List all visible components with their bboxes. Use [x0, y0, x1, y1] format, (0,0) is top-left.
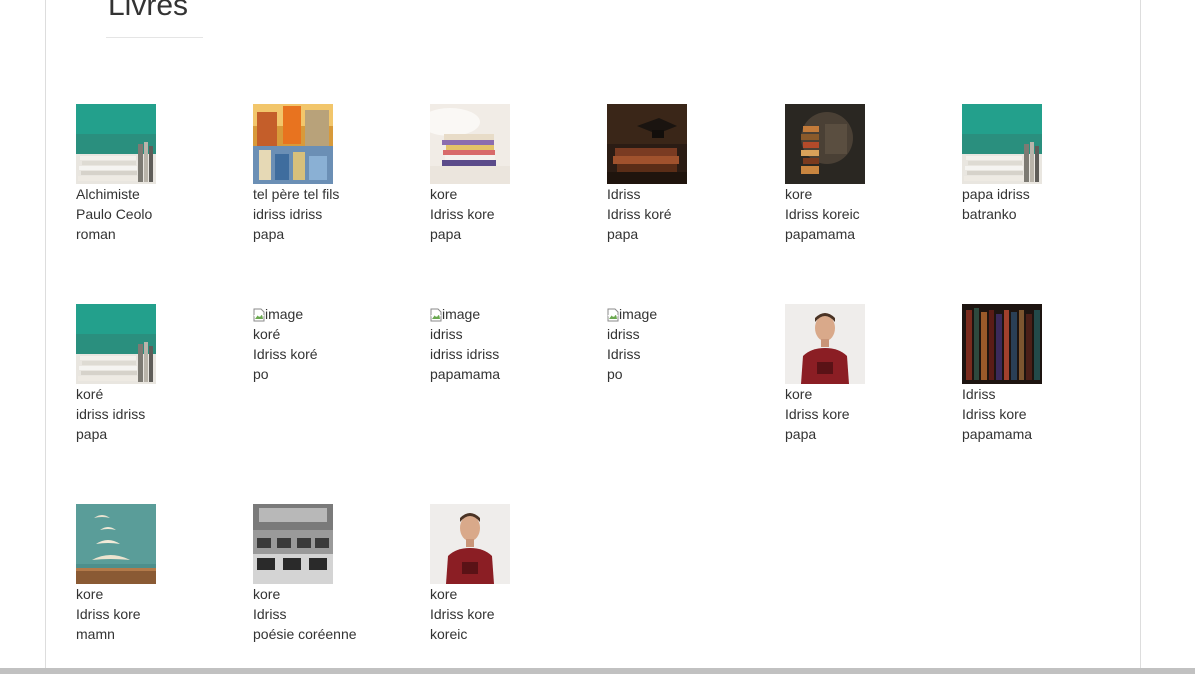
book-title: kore: [785, 386, 813, 402]
book-author: Idriss kore: [430, 206, 495, 222]
book-genre: mamn: [76, 626, 115, 642]
book-title: idriss: [430, 326, 463, 342]
broken-image-icon: image: [430, 304, 580, 324]
book-title: kore: [76, 586, 104, 602]
book-card[interactable]: image idriss idriss idriss papamama: [430, 304, 580, 384]
book-genre: koreic: [430, 626, 468, 642]
book-cover-image[interactable]: [607, 104, 687, 184]
book-genre: po: [253, 366, 269, 382]
book-author: Idriss koré: [253, 346, 318, 362]
book-card[interactable]: papa idriss batranko: [962, 104, 1112, 224]
image-alt-text: image: [265, 306, 304, 322]
book-card[interactable]: kore Idriss kore papa: [430, 104, 580, 244]
book-title: tel père tel fils: [253, 186, 340, 202]
book-author: Idriss kore: [430, 606, 495, 622]
image-alt-text: image: [442, 306, 481, 322]
image-alt-text: image: [619, 306, 658, 322]
book-author: idriss idriss: [430, 346, 500, 362]
book-card[interactable]: image idriss Idriss po: [607, 304, 757, 384]
book-genre: roman: [76, 226, 116, 242]
book-genre: papa: [607, 226, 639, 242]
book-author: idriss idriss: [253, 206, 323, 222]
book-cover-image[interactable]: [785, 304, 865, 384]
book-genre: papamama: [962, 426, 1033, 442]
book-cover-image[interactable]: [253, 104, 333, 184]
book-genre: papamama: [430, 366, 501, 382]
book-author: Idriss: [253, 606, 287, 622]
book-genre: papa: [785, 426, 817, 442]
book-card[interactable]: Alchimiste Paulo Ceolo roman: [76, 104, 226, 244]
book-card[interactable]: kore Idriss kore papa: [785, 304, 935, 444]
book-title: kore: [430, 586, 458, 602]
book-genre: papamama: [785, 226, 856, 242]
broken-image-icon: image: [253, 304, 403, 324]
book-author: idriss idriss: [76, 406, 146, 422]
book-title: papa idriss: [962, 186, 1030, 202]
book-card[interactable]: kore Idriss kore mamn: [76, 504, 226, 644]
book-author: Idriss kore: [962, 406, 1027, 422]
book-cover-image[interactable]: [430, 104, 510, 184]
book-author: Idriss: [607, 346, 641, 362]
book-title: Alchimiste: [76, 186, 140, 202]
book-card[interactable]: image koré Idriss koré po: [253, 304, 403, 384]
book-author: Idriss koreic: [785, 206, 860, 222]
book-card[interactable]: Idriss Idriss kore papamama: [962, 304, 1112, 444]
book-card[interactable]: kore Idriss koreic papamama: [785, 104, 935, 244]
book-genre: poésie coréenne: [253, 626, 357, 642]
book-title: kore: [253, 586, 281, 602]
book-card[interactable]: koré idriss idriss papa: [76, 304, 226, 444]
book-title: idriss: [607, 326, 640, 342]
book-cover-image[interactable]: [76, 504, 156, 584]
book-genre: po: [607, 366, 623, 382]
book-author: Idriss kore: [76, 606, 141, 622]
book-cover-image[interactable]: [76, 104, 156, 184]
book-cover-image[interactable]: [253, 504, 333, 584]
book-author: batranko: [962, 206, 1017, 222]
book-cover-image[interactable]: [962, 104, 1042, 184]
book-author: Idriss koré: [607, 206, 672, 222]
book-card[interactable]: kore Idriss kore koreic: [430, 504, 580, 644]
book-card[interactable]: kore Idriss poésie coréenne: [253, 504, 403, 644]
book-author: Idriss kore: [785, 406, 850, 422]
book-title: Idriss: [607, 186, 641, 202]
book-cover-image[interactable]: [430, 504, 510, 584]
horizontal-scrollbar[interactable]: [0, 668, 1195, 674]
broken-image-icon: image: [607, 304, 757, 324]
book-card[interactable]: tel père tel fils idriss idriss papa: [253, 104, 403, 244]
book-title: koré: [76, 386, 104, 402]
book-title: Idriss: [962, 386, 996, 402]
book-cover-image[interactable]: [962, 304, 1042, 384]
book-genre: papa: [430, 226, 462, 242]
title-divider: [106, 37, 203, 38]
page-title: Livres: [108, 0, 189, 22]
book-cover-image[interactable]: [76, 304, 156, 384]
book-title: kore: [430, 186, 458, 202]
book-genre: papa: [76, 426, 108, 442]
book-genre: papa: [253, 226, 285, 242]
book-title: koré: [253, 326, 281, 342]
book-card[interactable]: Idriss Idriss koré papa: [607, 104, 757, 244]
book-cover-image[interactable]: [785, 104, 865, 184]
book-title: kore: [785, 186, 813, 202]
book-author: Paulo Ceolo: [76, 206, 153, 222]
